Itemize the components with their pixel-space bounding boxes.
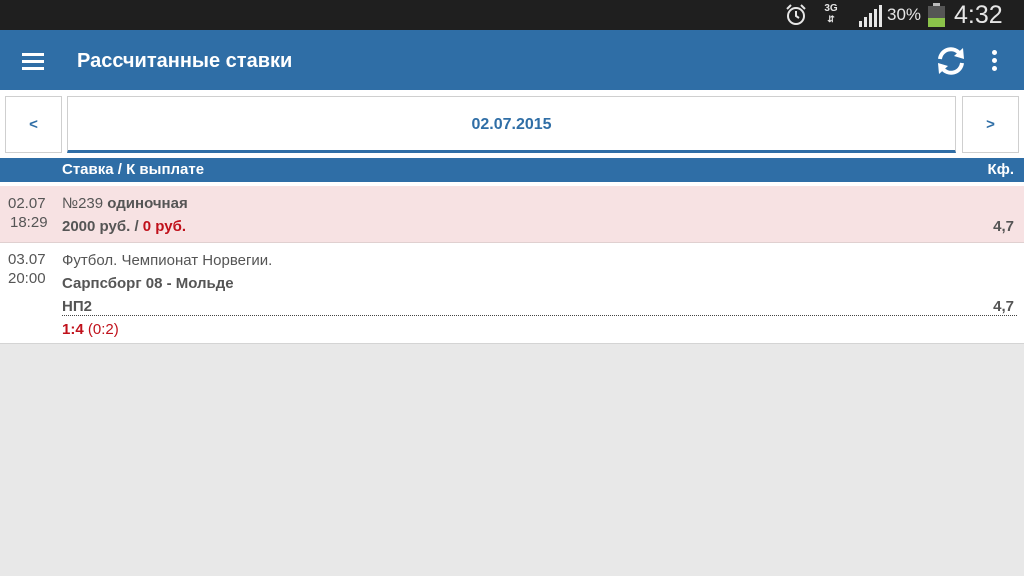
bet-type: одиночная xyxy=(107,195,188,212)
event-time: 20:00 xyxy=(8,270,46,287)
event-score: 1:4 xyxy=(62,321,84,338)
event-result: 1:4 (0:2) xyxy=(62,320,119,339)
page-title: Рассчитанные ставки xyxy=(77,50,293,72)
column-header-coef: Кф. xyxy=(987,161,1014,178)
event-datetime: 03.07 20:00 xyxy=(8,250,46,288)
bet-date: 02.07 xyxy=(8,195,46,212)
signal-icon xyxy=(859,5,882,27)
battery-icon xyxy=(928,3,945,27)
next-date-button[interactable]: > xyxy=(962,96,1019,153)
column-header-stake: Ставка / К выплате xyxy=(62,161,205,178)
overflow-menu-icon xyxy=(992,50,997,55)
event-date: 03.07 xyxy=(8,251,46,268)
event-coef: 4,7 xyxy=(993,298,1014,315)
refresh-icon xyxy=(938,47,964,75)
date-selector[interactable]: 02.07.2015 xyxy=(67,96,956,153)
bet-summary-row[interactable]: 02.07 18:29 №239 одиночная 2000 руб. / 0… xyxy=(0,186,1024,242)
dotted-divider xyxy=(62,315,1017,316)
data-arrows-icon: ⇵ xyxy=(827,14,835,24)
alarm-icon xyxy=(786,4,806,25)
battery-percent: 30% xyxy=(887,5,922,24)
bet-stake: 2000 руб. xyxy=(62,218,131,235)
bet-datetime: 02.07 18:29 xyxy=(8,194,48,232)
bet-title: №239 одиночная xyxy=(62,194,188,213)
table-header: Ставка / К выплате Кф. xyxy=(0,158,1024,182)
previous-date-button[interactable]: < xyxy=(5,96,62,153)
bet-coef: 4,7 xyxy=(993,218,1014,235)
event-match: Сарпсборг 08 - Мольде xyxy=(62,275,234,292)
bet-separator: / xyxy=(134,218,139,235)
network-type-indicator: 3G ⇵ xyxy=(822,3,840,25)
status-bar: 3G ⇵ 30% 4:32 xyxy=(0,0,1024,30)
bet-time: 18:29 xyxy=(10,214,48,231)
bet-number: №239 xyxy=(62,195,104,212)
empty-content-area xyxy=(0,345,1024,576)
event-outcome: НП2 xyxy=(62,298,92,315)
overflow-menu-button[interactable] xyxy=(982,45,1008,77)
refresh-button[interactable] xyxy=(933,43,969,79)
event-half-score: (0:2) xyxy=(87,321,119,338)
bet-amounts: 2000 руб. / 0 руб. xyxy=(62,217,186,236)
bet-payout: 0 руб. xyxy=(142,218,187,235)
event-league: Футбол. Чемпионат Норвегии. xyxy=(62,252,273,269)
app-bar: Рассчитанные ставки xyxy=(0,30,1024,90)
menu-button[interactable] xyxy=(14,46,54,76)
network-type-label: 3G xyxy=(824,3,838,14)
clock-time: 4:32 xyxy=(954,1,1003,29)
menu-icon xyxy=(22,53,44,56)
event-row[interactable]: 03.07 20:00 Футбол. Чемпионат Норвегии. … xyxy=(0,243,1024,344)
date-navigation: < 02.07.2015 > xyxy=(0,90,1024,158)
